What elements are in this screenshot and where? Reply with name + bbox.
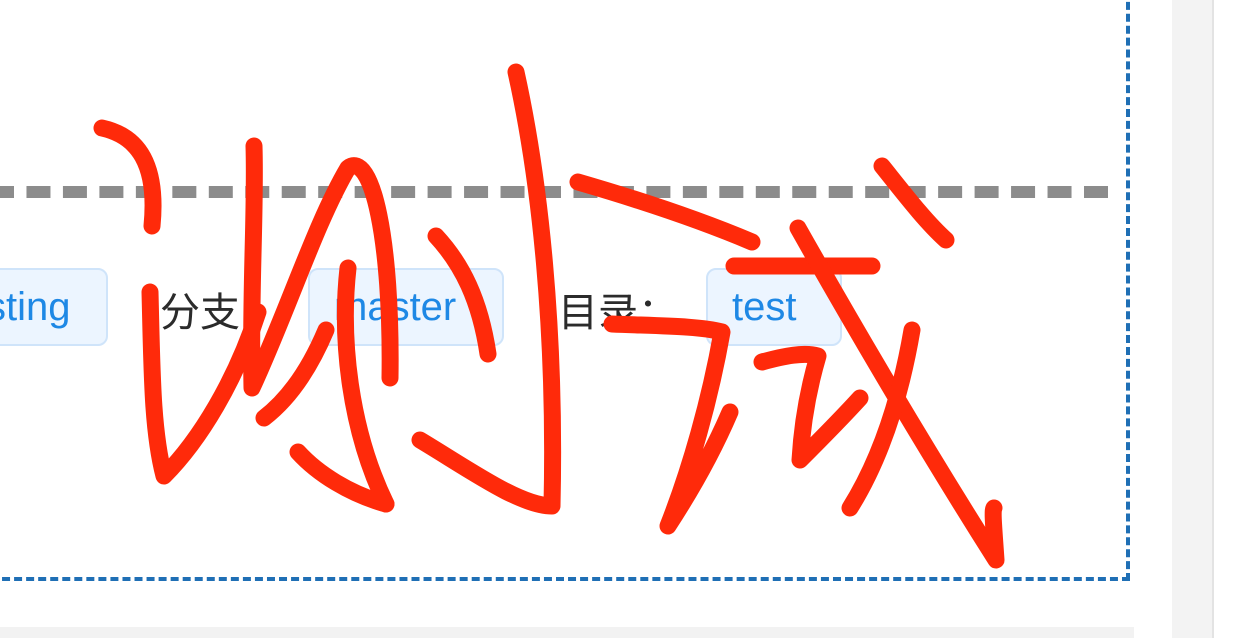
next-card-edge xyxy=(0,627,1134,638)
content-card: sting 分支： master 目录： test xyxy=(0,0,1130,581)
directory-tag[interactable]: test xyxy=(706,268,842,346)
dashed-divider xyxy=(0,186,1108,198)
window-edge xyxy=(1214,0,1256,638)
project-tag[interactable]: sting xyxy=(0,268,108,346)
meta-row: sting 分支： master 目录： test xyxy=(0,264,1108,352)
directory-label: 目录： xyxy=(558,291,678,335)
branch-tag[interactable]: master xyxy=(308,268,504,346)
branch-label: 分支： xyxy=(160,291,280,335)
